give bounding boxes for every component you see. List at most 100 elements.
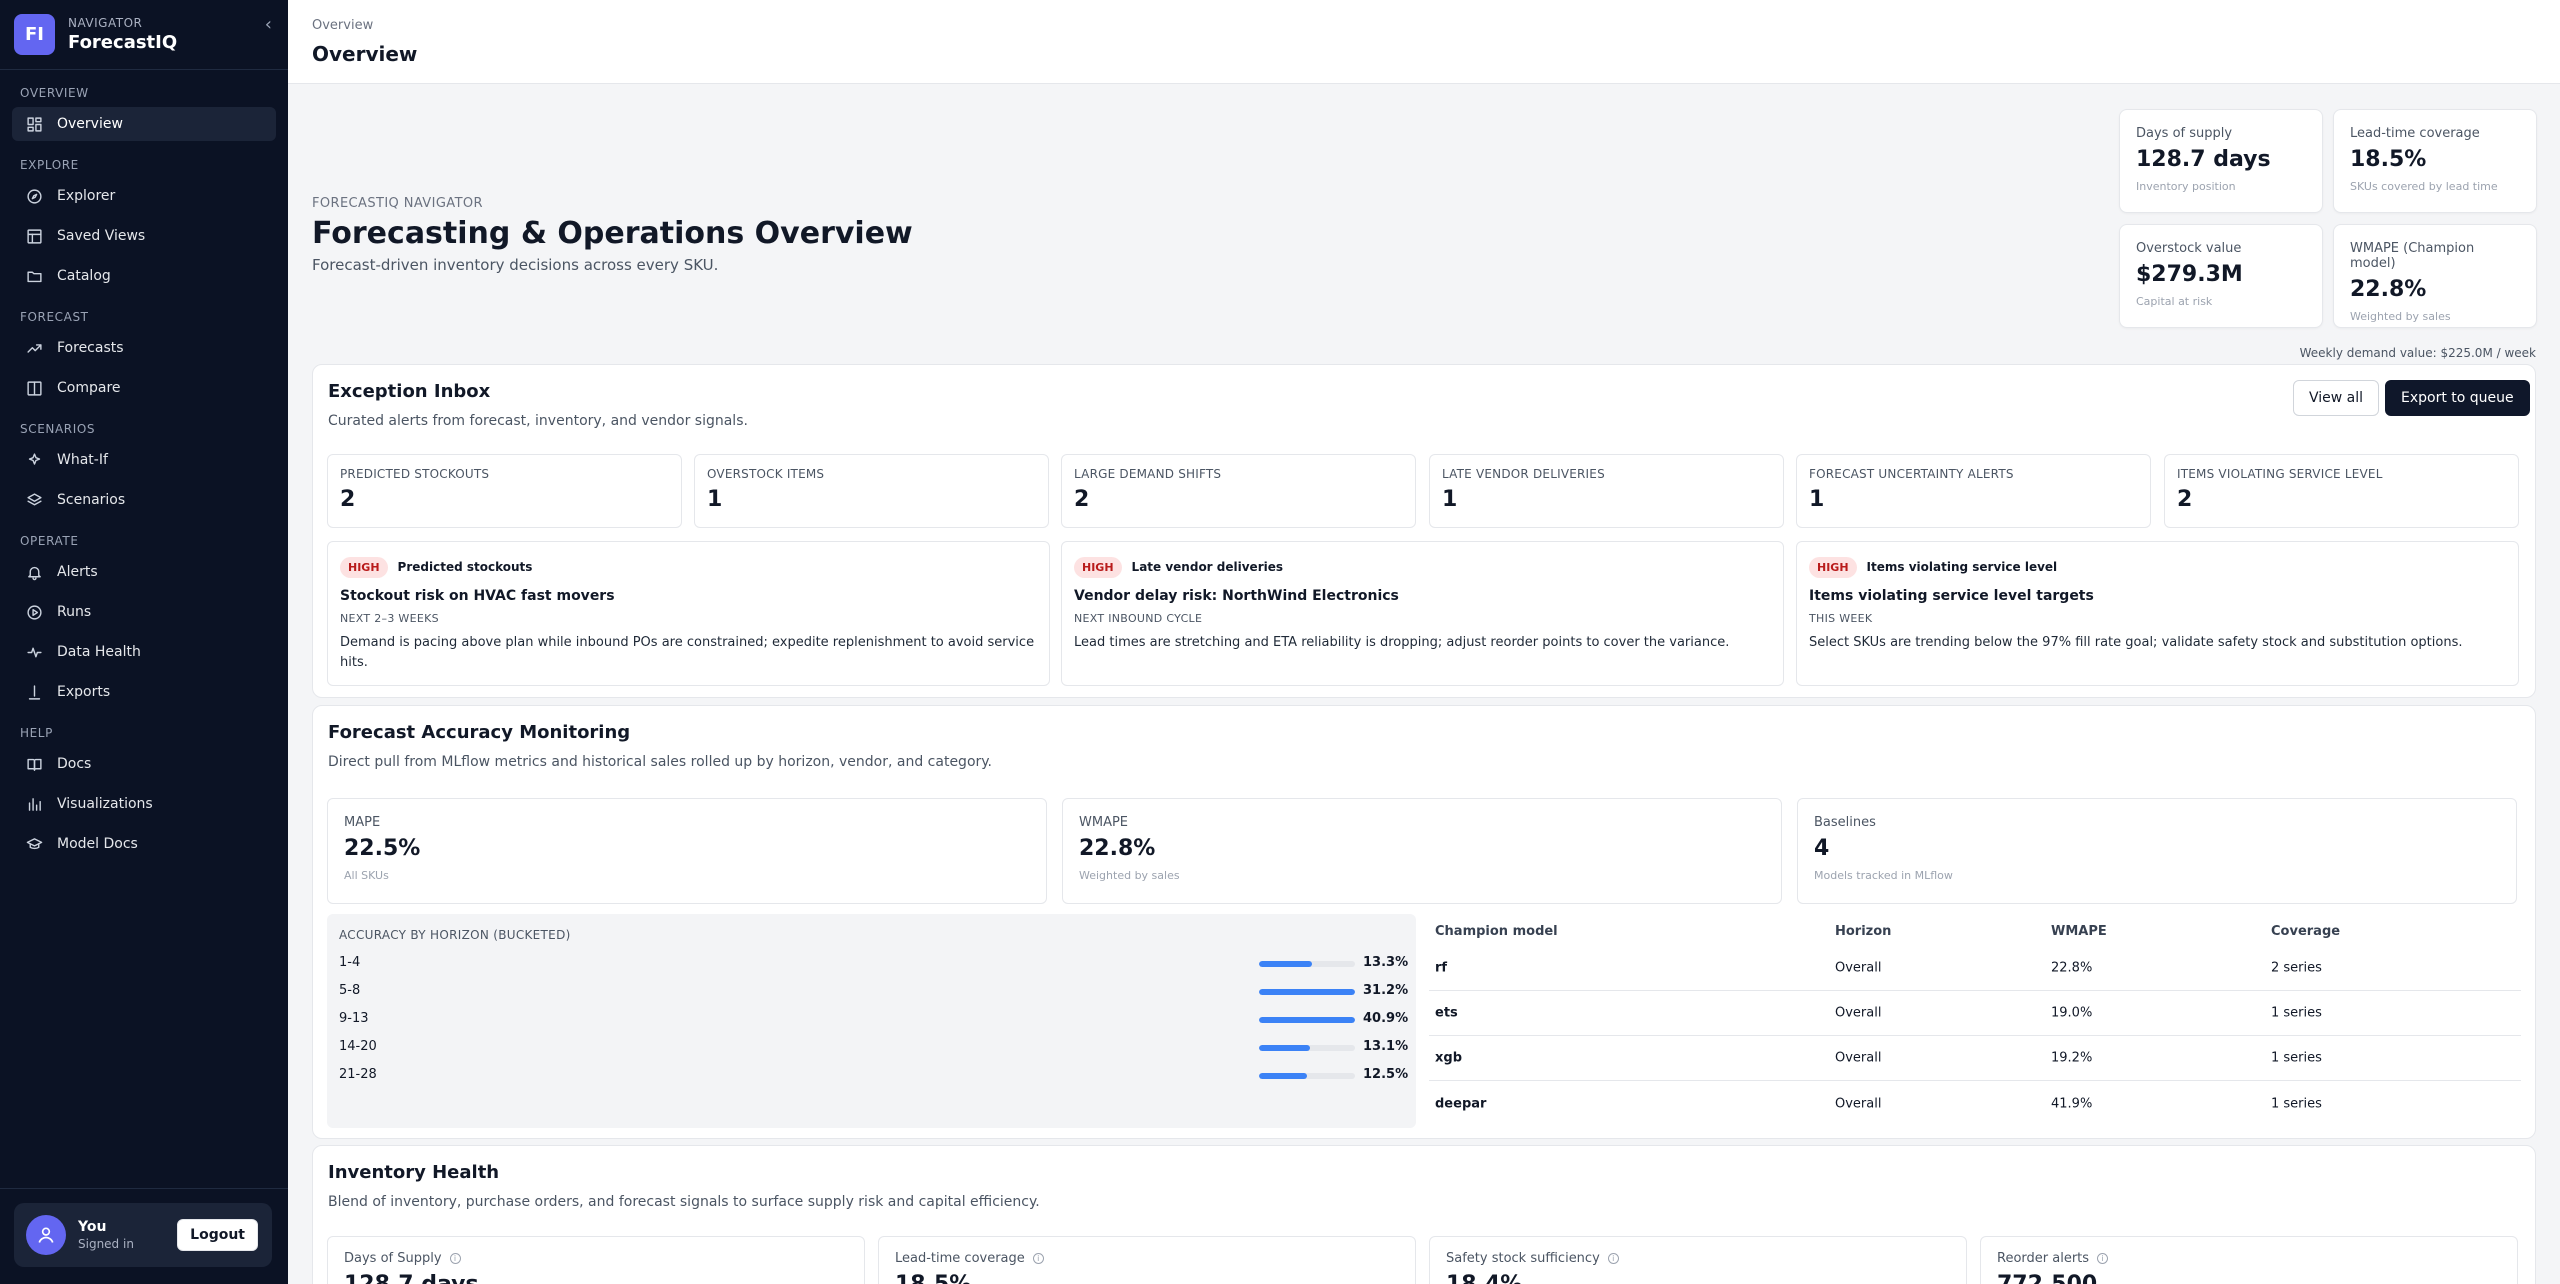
sidebar-item-runs[interactable]: Runs [12, 595, 276, 629]
horizon-value: 31.2% [1363, 983, 1409, 998]
table-row[interactable]: ets Overall 19.0% 1 series [1429, 991, 2521, 1036]
sidebar-item-overview[interactable]: Overview [12, 107, 276, 141]
table-row[interactable]: deepar Overall 41.9% 1 series [1429, 1081, 2521, 1126]
nav-section-explore: EXPLORE [20, 158, 79, 172]
alert-title: Vendor delay risk: NorthWind Electronics [1074, 588, 1399, 604]
count-card-large-demand-shifts[interactable]: LARGE DEMAND SHIFTS 2 [1061, 454, 1416, 528]
count-card-overstock-items[interactable]: OVERSTOCK ITEMS 1 [694, 454, 1049, 528]
graduation-cap-icon [25, 835, 43, 853]
table-cell: 19.2% [2051, 1050, 2093, 1066]
table-cell: Overall [1835, 1005, 1882, 1021]
sidebar-item-saved-views[interactable]: Saved Views [12, 219, 276, 253]
alert-card[interactable]: HIGH Items violating service level Items… [1796, 541, 2519, 686]
severity-badge: HIGH [340, 556, 388, 578]
alert-card[interactable]: HIGH Predicted stockouts Stockout risk o… [327, 541, 1050, 686]
kpi-value: 18.5% [2350, 147, 2427, 172]
column-header[interactable]: WMAPE [2051, 924, 2107, 939]
panel-title: Forecast Accuracy Monitoring [328, 722, 631, 743]
table-cell: rf [1435, 960, 1448, 976]
horizon-label: 5-8 [339, 983, 361, 998]
table-cell: Overall [1835, 960, 1882, 976]
hero-subtitle: Forecast-driven inventory decisions acro… [312, 256, 719, 274]
column-header[interactable]: Champion model [1435, 924, 1558, 939]
logout-button[interactable]: Logout [177, 1219, 258, 1251]
sidebar-item-label: Data Health [57, 644, 141, 660]
collapse-sidebar-icon[interactable]: ‹ [265, 14, 272, 35]
metric-value: 22.8% [1079, 836, 1156, 861]
sidebar-item-exports[interactable]: Exports [12, 675, 276, 709]
count-value: 2 [1074, 487, 1090, 512]
horizon-label: 9-13 [339, 1011, 369, 1026]
sidebar-item-explorer[interactable]: Explorer [12, 179, 276, 213]
count-card-service-level[interactable]: ITEMS VIOLATING SERVICE LEVEL 2 [2164, 454, 2519, 528]
alert-card[interactable]: HIGH Late vendor deliveries Vendor delay… [1061, 541, 1784, 686]
column-header[interactable]: Horizon [1835, 924, 1891, 939]
alert-timeframe: THIS WEEK [1809, 612, 1873, 625]
kpi-label: Days of supply [2136, 126, 2233, 141]
folder-icon [25, 267, 43, 285]
horizon-value: 40.9% [1363, 1011, 1409, 1026]
table-cell: Overall [1835, 1050, 1882, 1066]
severity-badge: HIGH [1074, 556, 1122, 578]
brand-name: ForecastIQ [68, 31, 178, 53]
table-cell: 22.8% [2051, 960, 2093, 976]
sidebar-item-visualizations[interactable]: Visualizations [12, 787, 276, 821]
alert-description: Select SKUs are trending below the 97% f… [1809, 635, 2463, 650]
count-card-predicted-stockouts[interactable]: PREDICTED STOCKOUTS 2 [327, 454, 682, 528]
inventory-label: Lead-time coverage [895, 1251, 1025, 1266]
info-icon[interactable]: i [2097, 1253, 2109, 1264]
table-row[interactable]: xgb Overall 19.2% 1 series [1429, 1036, 2521, 1081]
book-icon [25, 755, 43, 773]
nav-section-operate: OPERATE [20, 534, 79, 548]
count-card-late-vendor-deliveries[interactable]: LATE VENDOR DELIVERIES 1 [1429, 454, 1784, 528]
alert-category: Items violating service level [1866, 560, 2058, 574]
bell-icon [25, 563, 43, 581]
horizon-value: 13.1% [1363, 1039, 1409, 1054]
sidebar-item-label: Runs [57, 604, 92, 620]
info-icon[interactable]: i [1032, 1253, 1044, 1264]
metric-card-wmape: WMAPE 22.8% Weighted by sales [1062, 798, 1782, 904]
sidebar-item-forecasts[interactable]: Forecasts [12, 331, 276, 365]
column-header[interactable]: Coverage [2271, 924, 2340, 939]
table-row[interactable]: rf Overall 22.8% 2 series [1429, 946, 2521, 991]
sidebar-item-compare[interactable]: Compare [12, 371, 276, 405]
horizon-bar-fill [1259, 1073, 1307, 1079]
inventory-card-lead-time: Lead-time coverage i 18.5% [878, 1236, 1416, 1284]
panel-title: Inventory Health [328, 1162, 500, 1183]
sidebar-item-catalog[interactable]: Catalog [12, 259, 276, 293]
alert-timeframe: NEXT INBOUND CYCLE [1074, 612, 1203, 625]
panel-title: Exception Inbox [328, 381, 491, 402]
sidebar-item-model-docs[interactable]: Model Docs [12, 827, 276, 861]
breadcrumb[interactable]: Overview [312, 18, 373, 33]
metric-label: Baselines [1814, 815, 1876, 830]
kpi-value: $279.3M [2136, 262, 2243, 287]
table-cell: 19.0% [2051, 1005, 2093, 1021]
horizon-bar-fill [1259, 1045, 1310, 1051]
sidebar-item-data-health[interactable]: Data Health [12, 635, 276, 669]
sidebar-item-alerts[interactable]: Alerts [12, 555, 276, 589]
info-icon[interactable]: i [449, 1253, 461, 1264]
weekly-demand: Weekly demand value: $225.0M / week [2299, 346, 2536, 360]
export-to-queue-button[interactable]: Export to queue [2385, 380, 2530, 416]
horizon-label: 1-4 [339, 955, 361, 970]
sparkles-icon [25, 451, 43, 469]
sidebar-item-label: Catalog [57, 268, 111, 284]
sidebar-item-scenarios[interactable]: Scenarios [12, 483, 276, 517]
sidebar-item-what-if[interactable]: What-If [12, 443, 276, 477]
view-all-button[interactable]: View all [2293, 380, 2380, 416]
sidebar-item-docs[interactable]: Docs [12, 747, 276, 781]
horizon-title: ACCURACY BY HORIZON (BUCKETED) [339, 928, 571, 942]
horizon-bar-fill [1259, 961, 1312, 967]
horizon-value: 13.3% [1363, 955, 1409, 970]
nav-section-scenarios: SCENARIOS [20, 422, 96, 436]
info-icon[interactable]: i [1607, 1253, 1619, 1264]
brand[interactable]: FI NAVIGATOR ForecastIQ [14, 12, 274, 56]
user-name: You [78, 1219, 107, 1235]
count-card-forecast-uncertainty[interactable]: FORECAST UNCERTAINTY ALERTS 1 [1796, 454, 2151, 528]
table-cell: 1 series [2271, 1050, 2322, 1066]
avatar[interactable] [26, 1215, 66, 1255]
table-cell: deepar [1435, 1096, 1487, 1111]
play-circle-icon [25, 603, 43, 621]
inventory-value: 128.7 days [344, 1272, 848, 1284]
horizon-bar-fill [1259, 989, 1355, 995]
